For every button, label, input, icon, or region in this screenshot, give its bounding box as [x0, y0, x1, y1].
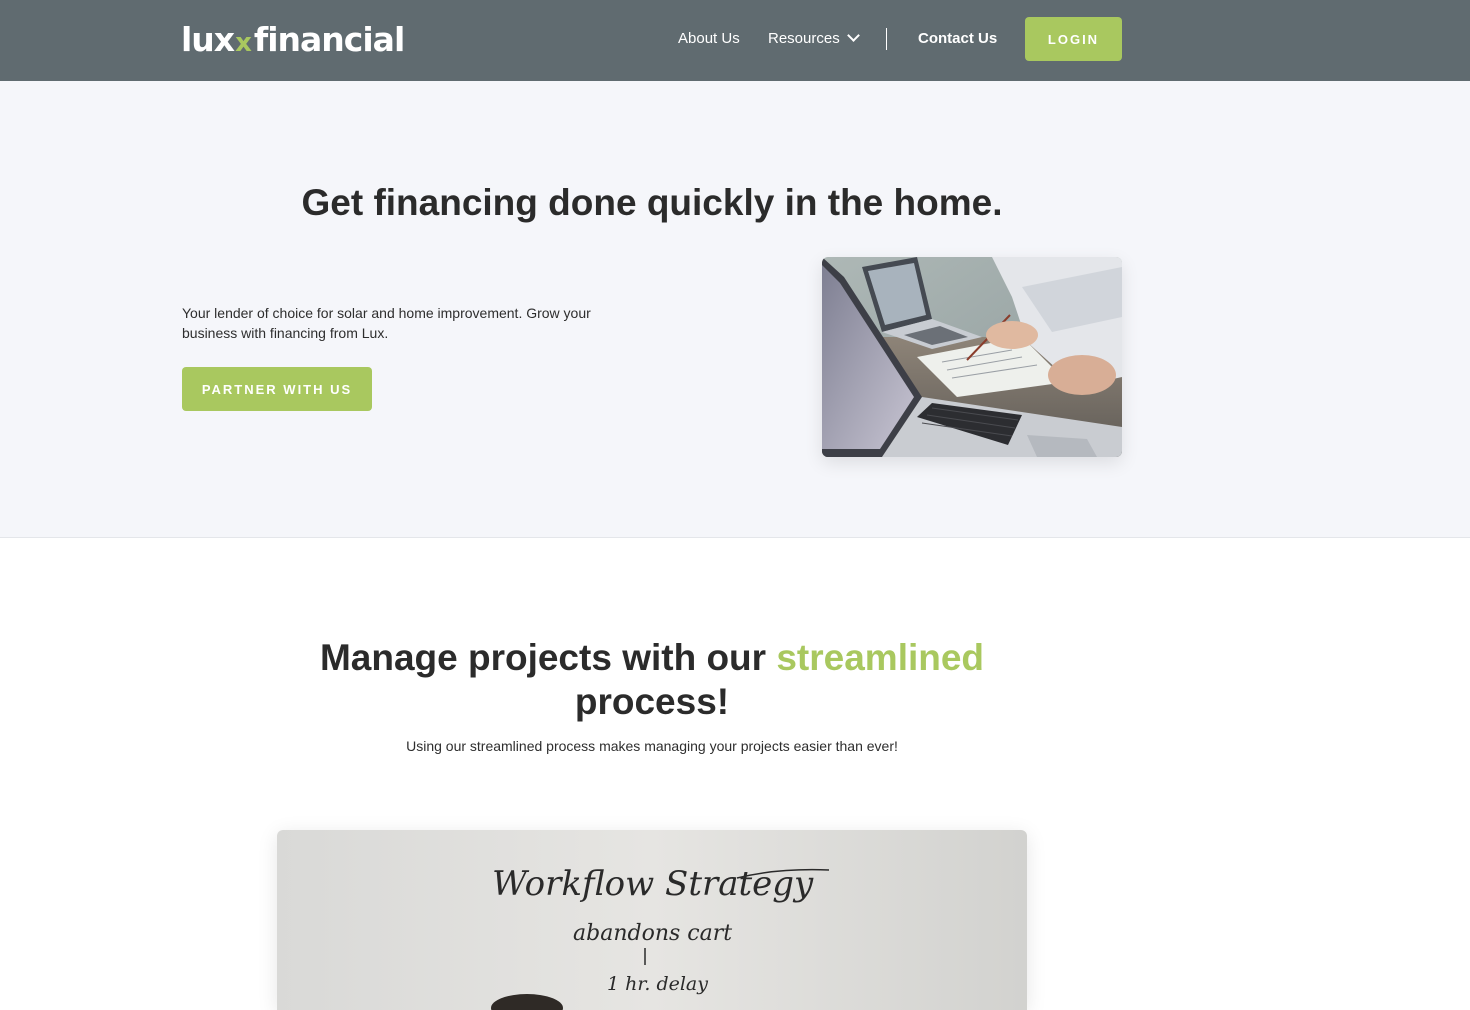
process-section-title: Manage projects with our streamlined pro… — [0, 636, 1304, 724]
partner-with-us-button[interactable]: PARTNER WITH US — [182, 367, 372, 411]
lux-financial-logo[interactable]: luxxfinancial — [181, 20, 405, 60]
hero-title: Get financing done quickly in the home. — [301, 182, 1003, 223]
workflow-whiteboard-photo: Workflow Strategy abandons cart 1 hr. de… — [277, 830, 1027, 1010]
logo-x-mark: x — [235, 28, 252, 58]
nav-divider — [886, 28, 887, 50]
whiteboard-line-3: 1 hr. delay — [607, 973, 708, 995]
hero-section: Get financing done quickly in the home. … — [0, 81, 1470, 538]
whiteboard-line-2: abandons cart — [573, 921, 732, 946]
login-button[interactable]: LOGIN — [1025, 17, 1122, 61]
hero-laptop-photo — [822, 257, 1122, 457]
process-subtitle: Using our streamlined process makes mana… — [406, 738, 898, 754]
whiteboard-heading: Workflow Strategy — [492, 864, 814, 904]
hero-description: Your lender of choice for solar and home… — [182, 305, 591, 341]
nav-resources-dropdown[interactable]: Resources — [768, 29, 860, 48]
nav-resources-label: Resources — [768, 30, 840, 47]
chevron-down-icon — [846, 29, 860, 42]
logo-text-lux: lux — [181, 20, 235, 59]
nav-about-us-link[interactable]: About Us — [678, 30, 740, 48]
process-title-part1: Manage projects with our — [319, 637, 777, 678]
nav-contact-us-link[interactable]: Contact Us — [918, 30, 997, 48]
logo-text-financial: financial — [253, 20, 405, 59]
process-title-part2: process! — [574, 681, 730, 722]
top-navbar: luxxfinancial About Us Resources Contact… — [0, 0, 1470, 81]
process-title-accent: streamlined — [776, 637, 985, 678]
